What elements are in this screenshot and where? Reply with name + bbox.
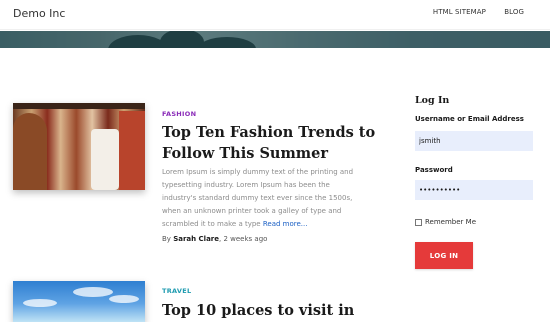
nav-item-blog[interactable]: BLOG: [504, 8, 524, 16]
read-more-link[interactable]: Read more...: [263, 220, 308, 228]
hero-banner-image: [0, 31, 550, 48]
username-label: Username or Email Address: [415, 115, 524, 123]
post-thumbnail-fashion[interactable]: [13, 103, 145, 190]
post-title-travel[interactable]: Top 10 places to visit in: [162, 300, 354, 321]
nav-item-html-sitemap[interactable]: HTML SITEMAP: [433, 8, 486, 16]
post-thumbnail-travel[interactable]: [13, 281, 145, 322]
post-author-link[interactable]: Sarah Clare: [173, 235, 219, 243]
login-widget-title: Log In: [415, 95, 450, 106]
login-button[interactable]: LOG IN: [415, 242, 473, 269]
remember-me-label[interactable]: Remember Me: [425, 218, 476, 226]
password-label: Password: [415, 166, 453, 174]
site-header: Demo Inc HTML SITEMAP BLOG: [0, 0, 550, 30]
post-excerpt-line: when an unknown printer took a galley of…: [162, 207, 342, 215]
post-category-fashion[interactable]: FASHION: [162, 110, 196, 118]
post-date: , 2 weeks ago: [219, 235, 268, 243]
post-excerpt-line: typesetting industry. Lorem Ipsum has be…: [162, 181, 330, 189]
post-excerpt-line: Lorem Ipsum is simply dummy text of the …: [162, 168, 354, 176]
post-category-travel[interactable]: TRAVEL: [162, 287, 191, 295]
site-brand-link[interactable]: Demo Inc: [13, 7, 65, 20]
post-excerpt-line: industry's standard dummy text ever sinc…: [162, 194, 353, 202]
remember-me-checkbox[interactable]: [415, 219, 422, 226]
post-title-fashion-line-2[interactable]: Follow This Summer: [162, 143, 328, 164]
post-excerpt-last-line: scrambled it to make a type Read more...: [162, 218, 307, 231]
username-input[interactable]: [415, 131, 533, 151]
post-meta-prefix: By: [162, 235, 171, 243]
post-excerpt-text: scrambled it to make a type: [162, 220, 261, 228]
post-meta: By Sarah Clare, 2 weeks ago: [162, 235, 267, 243]
post-title-fashion-line-1[interactable]: Top Ten Fashion Trends to: [162, 122, 375, 143]
password-input[interactable]: [415, 180, 533, 200]
